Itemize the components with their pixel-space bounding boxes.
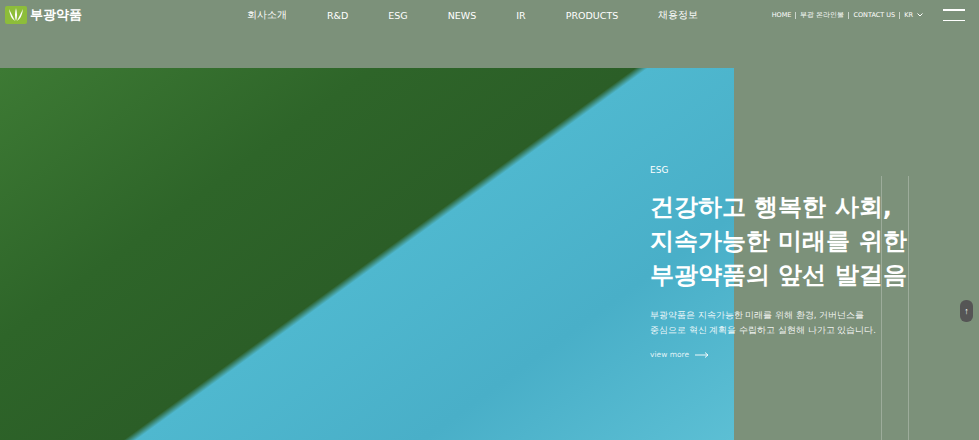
utility-menu: HOME 부광 온라인몰 CONTACT US KR <box>772 9 965 21</box>
header: 부광약품 회사소개 R&D ESG NEWS IR PRODUCTS 채용정보 HOME 부광 온… <box>0 0 979 30</box>
nav-item[interactable]: 회사소개 <box>247 9 287 22</box>
nav-item[interactable]: 채용정보 <box>658 9 698 22</box>
arrow-right-icon <box>695 352 709 358</box>
logo-text: 부광약품 <box>30 6 82 24</box>
separator <box>848 12 849 19</box>
logo[interactable]: 부광약품 <box>5 6 247 24</box>
description-line: 부광약품은 지속가능한 미래를 위해 환경, 거버넌스를 <box>650 308 907 323</box>
chevron-down-icon <box>917 13 923 17</box>
separator <box>899 12 900 19</box>
utility-link[interactable]: 부광 온라인몰 <box>800 11 844 20</box>
headline-line: 지속가능한 미래를 위한 <box>650 224 907 258</box>
language-select[interactable]: KR <box>904 11 923 19</box>
menu-button[interactable] <box>943 9 965 21</box>
menu-line <box>943 20 965 22</box>
nav-item[interactable]: IR <box>516 10 525 21</box>
nav-item[interactable]: NEWS <box>448 10 477 21</box>
headline-line: 건강하고 행복한 사회, <box>650 190 907 224</box>
description: 부광약품은 지속가능한 미래를 위해 환경, 거버넌스를중심으로 혁신 계획을 … <box>650 308 907 338</box>
nav-item[interactable]: PRODUCTS <box>566 10 619 21</box>
main-nav: 회사소개 R&D ESG NEWS IR PRODUCTS 채용정보 <box>247 9 698 22</box>
eyebrow: ESG <box>650 165 907 175</box>
scroll-top-button[interactable]: ↑ <box>960 300 973 322</box>
utility-link[interactable]: HOME <box>772 11 792 19</box>
description-line: 중심으로 혁신 계획을 수립하고 실현해 나가고 있습니다. <box>650 323 907 338</box>
view-more-link[interactable]: view more <box>650 350 907 359</box>
hero-photo <box>0 68 734 440</box>
hero-copy: ESG건강하고 행복한 사회,지속가능한 미래를 위한부광약품의 앞선 발걸음부… <box>650 165 907 359</box>
nav-item[interactable]: R&D <box>327 10 348 21</box>
hero: ESG건강하고 행복한 사회,지속가능한 미래를 위한부광약품의 앞선 발걸음부… <box>0 68 979 440</box>
menu-line <box>943 9 965 11</box>
separator <box>795 12 796 19</box>
logo-icon <box>5 6 27 24</box>
nav-item[interactable]: ESG <box>388 10 407 21</box>
page: 부광약품 회사소개 R&D ESG NEWS IR PRODUCTS 채용정보 HOME 부광 온… <box>0 0 979 440</box>
headline-line: 부광약품의 앞선 발걸음 <box>650 258 907 292</box>
headline: 건강하고 행복한 사회,지속가능한 미래를 위한부광약품의 앞선 발걸음 <box>650 190 907 292</box>
deco-line <box>908 176 909 440</box>
utility-link[interactable]: CONTACT US <box>853 11 895 19</box>
